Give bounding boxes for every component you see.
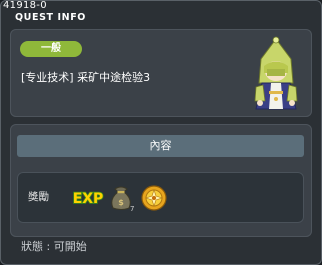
svg-text:$: $ [118,198,124,207]
quest-content-panel: 內容 獎勵 EXP $ 7 [10,124,312,237]
reward-label: 獎勵 [28,191,49,203]
quest-id: 41918-0 [3,0,47,11]
quest-info-window: 41918-0 QUEST INFO 一般 [专业技术] 采矿中途检验3 內容 … [0,0,322,265]
quest-summary-panel: 一般 [专业技术] 采矿中途检验3 [10,29,312,117]
svg-text:EXP: EXP [73,191,104,207]
quest-name: [专业技术] 采矿中途检验3 [21,71,151,84]
medal-icon [141,185,167,211]
quest-status: 狀態 : 可開始 [21,240,87,253]
window-title: QUEST INFO [15,12,86,23]
content-section-header: 內容 [17,135,304,157]
quest-category-badge: 一般 [20,41,82,57]
reward-box: 獎勵 EXP $ 7 [17,172,304,223]
money-bag-icon: $ 7 [111,186,134,213]
svg-text:7: 7 [130,205,134,213]
exp-icon: EXP [72,190,104,208]
window-header: 41918-0 QUEST INFO [1,1,321,25]
npc-portrait-icon [254,36,298,110]
